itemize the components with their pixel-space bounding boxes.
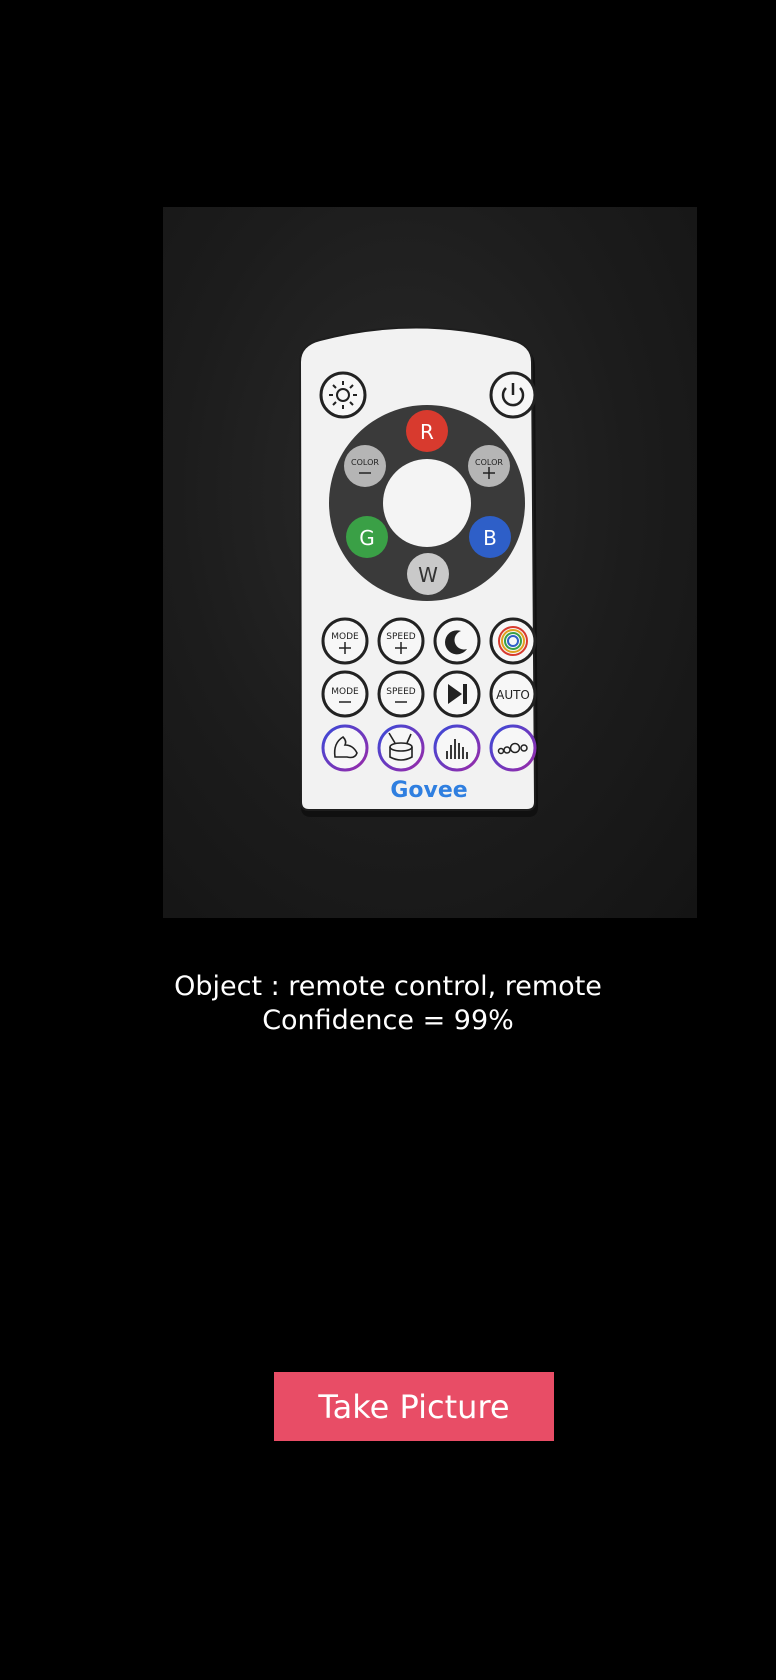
drum-icon [377, 724, 425, 772]
svg-text:R: R [420, 420, 434, 444]
play-next-icon [433, 670, 481, 718]
brand-logo: Govee [390, 778, 467, 803]
brightness-icon [319, 371, 367, 419]
svg-text:MODE: MODE [331, 632, 359, 642]
svg-text:MODE: MODE [331, 687, 359, 697]
power-icon [489, 371, 537, 419]
svg-text:AUTO: AUTO [496, 688, 530, 702]
auto-button: AUTO [489, 670, 537, 718]
fitness-arm-icon [321, 724, 369, 772]
captured-photo: R COLOR COLOR G B W MODE SPEED MODE SPEE… [163, 207, 697, 918]
speed-minus-button: SPEED [377, 670, 425, 718]
svg-text:B: B [483, 526, 497, 550]
remote-control-image: R COLOR COLOR G B W MODE SPEED MODE SPEE… [298, 326, 538, 817]
white-button: W [407, 553, 449, 595]
blue-button: B [469, 516, 511, 558]
svg-text:W: W [418, 563, 438, 587]
object-label: Object : remote control, remote [174, 971, 602, 1002]
sleep-moon-icon [433, 617, 481, 665]
svg-text:COLOR: COLOR [475, 458, 503, 467]
color-plus-button: COLOR [468, 445, 510, 487]
green-button: G [346, 516, 388, 558]
svg-text:SPEED: SPEED [386, 632, 416, 642]
svg-text:SPEED: SPEED [386, 687, 416, 697]
take-picture-button[interactable]: Take Picture [274, 1372, 554, 1441]
svg-text:COLOR: COLOR [351, 458, 379, 467]
svg-text:G: G [359, 526, 375, 550]
red-button: R [406, 410, 448, 452]
color-minus-button: COLOR [344, 445, 386, 487]
mode-plus-button: MODE [321, 617, 369, 665]
speed-plus-button: SPEED [377, 617, 425, 665]
mode-minus-button: MODE [321, 670, 369, 718]
sound-bars-icon [433, 724, 481, 772]
dots-icon [489, 724, 537, 772]
confidence-label: Confidence = 99% [262, 1005, 514, 1036]
rainbow-color-icon [489, 617, 537, 665]
